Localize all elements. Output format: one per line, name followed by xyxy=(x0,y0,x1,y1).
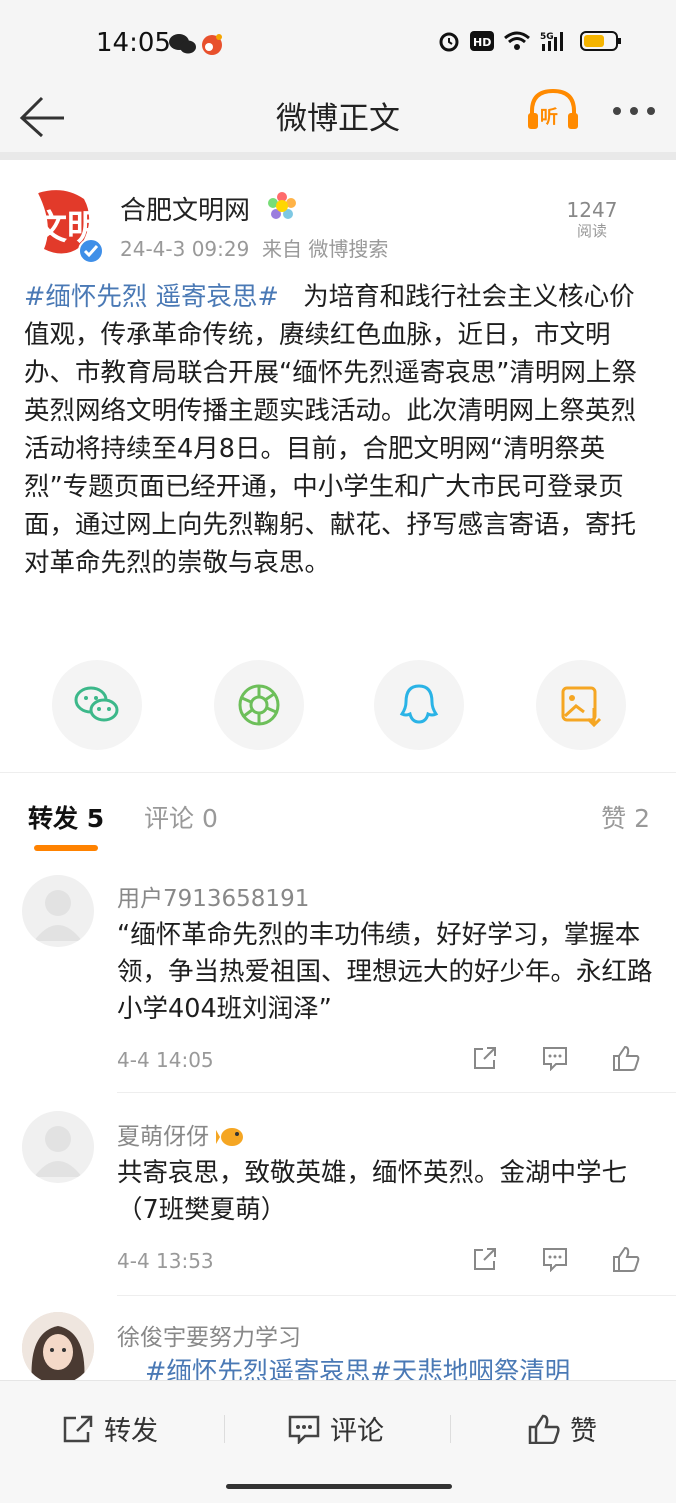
share-qq-button[interactable] xyxy=(374,660,464,750)
post-text: 为培育和践行社会主义核心价值观，传承革命传统，赓续红色血脉，近日，市文明办、市教… xyxy=(24,282,637,578)
repost-icon xyxy=(63,1415,93,1442)
share-row xyxy=(0,660,676,752)
divider xyxy=(0,152,676,160)
repost-icon[interactable] xyxy=(472,1045,498,1071)
repost-user[interactable]: 徐俊宇要努力学习 xyxy=(117,1318,301,1352)
home-indicator xyxy=(226,1484,452,1489)
share-moments-button[interactable] xyxy=(214,660,304,750)
divider xyxy=(224,1415,225,1443)
comment-icon xyxy=(288,1415,320,1444)
more-icon[interactable] xyxy=(612,106,656,116)
alarm-icon xyxy=(439,32,459,52)
post-meta: 24-4-3 09:29 来自 微博搜索 xyxy=(120,233,388,262)
repost-list: 用户7913658191 “缅怀革命先烈的丰功伟绩，好好学习，掌握本领，争当热爱… xyxy=(0,855,676,1380)
repost-actions xyxy=(472,1045,640,1071)
share-save-image-button[interactable] xyxy=(536,660,626,750)
bottom-repost-button[interactable]: 转发 xyxy=(62,1409,158,1448)
wechat-notification-icon xyxy=(169,34,222,55)
fish-emoji-icon xyxy=(216,1128,244,1146)
svg-text:5G: 5G xyxy=(540,32,554,42)
read-count-label: 阅读 xyxy=(576,222,607,240)
bottom-repost-label: 转发 xyxy=(104,1416,158,1447)
divider xyxy=(450,1415,451,1443)
bottom-comment-label: 评论 xyxy=(330,1416,384,1447)
post-hashtag[interactable]: #缅怀先烈 遥寄哀思# xyxy=(24,282,279,312)
listen-button[interactable]: 听 xyxy=(526,87,580,135)
tab-comment[interactable]: 评论 0 xyxy=(144,799,218,835)
divider xyxy=(117,1092,676,1093)
wifi-icon xyxy=(504,31,530,50)
bottom-like-label: 赞 xyxy=(570,1416,597,1447)
default-avatar-icon xyxy=(34,1126,82,1177)
svg-text:HD: HD xyxy=(473,36,491,49)
read-count: 1247 阅读 xyxy=(556,198,628,240)
status-time: 14:05 xyxy=(96,28,171,58)
moments-icon xyxy=(238,684,280,726)
signal-5g-icon: 5G xyxy=(540,32,563,51)
bottom-like-button[interactable]: 赞 xyxy=(528,1409,597,1448)
interaction-tabs: 转发 5 评论 0 赞 2 xyxy=(0,772,676,856)
repost-icon[interactable] xyxy=(472,1246,498,1272)
repost-time: 4-4 13:53 xyxy=(117,1249,214,1273)
repost-user: 夏萌伢伢 xyxy=(117,1117,246,1151)
bottom-comment-button[interactable]: 评论 xyxy=(288,1409,384,1448)
notification-icons xyxy=(168,30,228,62)
user-photo-avatar xyxy=(22,1312,94,1380)
avatar[interactable] xyxy=(22,1111,94,1183)
read-count-number: 1247 xyxy=(566,198,618,222)
status-bar: 14:05 HD 5G xyxy=(0,0,676,80)
system-icons: HD 5G xyxy=(438,30,622,52)
share-wechat-button[interactable] xyxy=(52,660,142,750)
post-body: #缅怀先烈 遥寄哀思# 为培育和践行社会主义核心价值观，传承革命传统，赓续红色血… xyxy=(24,278,654,582)
like-icon xyxy=(528,1414,560,1444)
verified-badge-icon xyxy=(78,238,104,264)
default-avatar-icon xyxy=(34,890,82,941)
post-source: 来自 微博搜索 xyxy=(262,237,389,261)
save-image-icon xyxy=(561,686,602,728)
hd-icon: HD xyxy=(470,31,494,51)
post-card: 文明 合肥文明网 24-4-3 09:29 来自 微博搜索 1247 阅读 #缅… xyxy=(0,160,676,772)
battery-icon xyxy=(580,31,621,51)
author-name[interactable]: 合肥文明网 xyxy=(120,190,250,227)
nav-bar: 微博正文 听 xyxy=(0,80,676,152)
divider xyxy=(117,1295,676,1296)
repost-actions xyxy=(472,1246,640,1272)
like-icon[interactable] xyxy=(612,1045,640,1071)
headphones-icon: 听 xyxy=(528,88,578,129)
repost-time: 4-4 14:05 xyxy=(117,1048,214,1072)
comment-icon[interactable] xyxy=(542,1045,568,1071)
repost-user[interactable]: 用户7913658191 xyxy=(117,879,309,913)
repost-text: 共寄哀思，致敬英雄，缅怀英烈。金湖中学七（7班樊夏萌） xyxy=(117,1158,628,1225)
avatar[interactable] xyxy=(22,875,94,947)
comment-icon[interactable] xyxy=(542,1246,568,1272)
svg-text:听: 听 xyxy=(540,106,558,128)
flower-badge-icon xyxy=(268,192,296,219)
tab-like[interactable]: 赞 2 xyxy=(601,799,650,835)
repost-text: “缅怀革命先烈的丰功伟绩，好好学习，掌握本领，争当热爱祖国、理想远大的好少年。永… xyxy=(117,920,653,1024)
post-timestamp: 24-4-3 09:29 xyxy=(120,237,250,261)
wechat-icon xyxy=(74,686,119,722)
like-icon[interactable] xyxy=(612,1246,640,1272)
repost-user-name[interactable]: 夏萌伢伢 xyxy=(117,1124,209,1150)
active-tab-indicator xyxy=(34,845,98,851)
avatar[interactable] xyxy=(22,1312,94,1380)
tab-repost[interactable]: 转发 5 xyxy=(28,799,104,835)
qq-icon xyxy=(399,684,439,724)
repost-text: #缅怀先烈遥寄哀思#天悲地咽祭清明 xyxy=(145,1357,571,1380)
